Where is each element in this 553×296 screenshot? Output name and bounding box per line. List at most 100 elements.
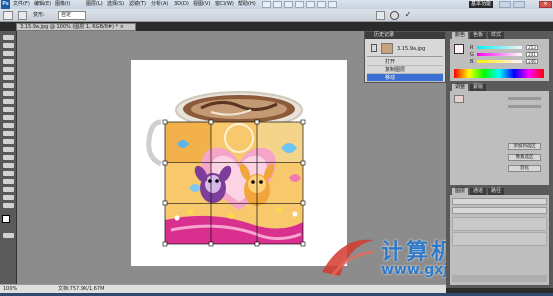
menu-select[interactable]: 选择(S) (107, 1, 124, 8)
type-tool-icon[interactable] (3, 155, 14, 160)
zoom-level-icon[interactable] (284, 1, 293, 8)
warp-style-select[interactable]: 自定 (58, 11, 86, 20)
rotate-view-icon[interactable] (306, 1, 315, 8)
mask-edge-button[interactable]: 添加到选区 (508, 143, 541, 150)
photoshop-logo: Ps (1, 0, 10, 9)
maximize-button[interactable] (513, 1, 525, 8)
healing-brush-icon[interactable] (3, 83, 14, 88)
move-tool-icon[interactable] (3, 35, 14, 40)
layer-blend-mode-select[interactable] (452, 198, 547, 205)
mask-thumbnail[interactable] (454, 95, 464, 103)
channel-r-value[interactable]: 253 (526, 45, 538, 50)
menu-filter[interactable]: 滤镜(T) (129, 1, 146, 8)
toggle-warp-icon[interactable] (376, 11, 385, 20)
history-item-selected[interactable]: 移动 (367, 74, 443, 82)
channel-b-label: B (470, 59, 474, 65)
channel-g-value[interactable]: 241 (526, 52, 538, 57)
path-selection-icon[interactable] (3, 163, 14, 168)
lasso-tool-icon[interactable] (3, 51, 14, 56)
tab-layers[interactable]: 图层 (452, 188, 469, 195)
brush-tool-icon[interactable] (3, 91, 14, 96)
channel-b-slider[interactable] (477, 60, 522, 63)
cancel-transform-icon[interactable] (390, 11, 399, 20)
marquee-tool-icon[interactable] (3, 43, 14, 48)
density-slider[interactable] (508, 97, 541, 100)
menu-analysis[interactable]: 分析(A) (151, 1, 168, 8)
menu-view[interactable]: 视图(V) (193, 1, 210, 8)
layer-lock-row[interactable] (452, 207, 547, 214)
options-bar: 变形: 自定 ✓ (0, 9, 553, 22)
reference-point-icon[interactable] (18, 11, 27, 20)
channel-b-value[interactable]: 246 (526, 59, 538, 64)
history-item[interactable]: 打开 (367, 58, 443, 66)
invert-button[interactable]: 羽化 (508, 165, 541, 172)
tab-color[interactable]: 颜色 (452, 32, 469, 39)
channel-r-slider[interactable] (477, 46, 522, 49)
channel-g-slider[interactable] (477, 53, 522, 56)
menu-layer[interactable]: 图层(L) (86, 1, 103, 8)
bridge-icon[interactable] (262, 1, 271, 8)
current-tool-icon[interactable] (3, 11, 13, 20)
toolbox (0, 31, 17, 288)
magic-wand-icon[interactable] (3, 59, 14, 64)
eyedropper-icon[interactable] (3, 75, 14, 80)
hand-tool-icon[interactable] (3, 195, 14, 200)
tab-swatches[interactable]: 色板 (470, 32, 487, 39)
tab-channels[interactable]: 通道 (470, 188, 487, 195)
history-item[interactable]: 复制图层 (367, 66, 443, 74)
workspace-switcher[interactable]: 基本功能 (469, 1, 493, 8)
warp-label: 变形: (33, 12, 45, 18)
color-panel: R 253 G 241 B 246 (450, 39, 549, 81)
history-panel-title[interactable]: 历史记录 (365, 32, 445, 39)
tab-paths[interactable]: 路径 (488, 188, 505, 195)
minibridge-icon[interactable] (273, 1, 282, 8)
menu-file[interactable]: 文件(F) (13, 1, 30, 8)
3d-camera-icon[interactable] (3, 187, 14, 192)
menu-3d[interactable]: 3D(D) (174, 1, 189, 8)
arrange-documents-icon[interactable] (317, 1, 326, 8)
history-brush-source-icon[interactable] (371, 44, 377, 52)
color-foreground-swatch[interactable] (454, 44, 464, 54)
menu-edit[interactable]: 编辑(E) (34, 1, 51, 8)
tab-styles[interactable]: 样式 (488, 32, 505, 39)
history-snapshot[interactable]: 3.15.9a.jpg (367, 41, 443, 57)
commit-transform-icon[interactable]: ✓ (403, 10, 413, 20)
layers-panel (450, 195, 549, 285)
menu-image[interactable]: 图像(I) (55, 1, 70, 8)
crop-tool-icon[interactable] (3, 67, 14, 72)
3d-rotate-icon[interactable] (3, 179, 14, 184)
zoom-level[interactable]: 100% (3, 285, 17, 293)
document-canvas[interactable] (131, 60, 347, 266)
history-panel: 历史记录 3.15.9a.jpg 打开 复制图层 移动 (364, 31, 446, 83)
color-spectrum-ramp[interactable] (454, 69, 544, 78)
channel-r-label: R (470, 45, 474, 51)
menu-bar: Ps 文件(F) 编辑(E) 图像(I) 图层(L) 选择(S) 滤镜(T) 分… (0, 0, 553, 9)
layer-row[interactable] (452, 217, 547, 231)
screen-mode-icon[interactable] (328, 1, 337, 8)
dodge-tool-icon[interactable] (3, 139, 14, 144)
zoom-tool-icon[interactable] (3, 203, 14, 208)
clone-stamp-icon[interactable] (3, 99, 14, 104)
foreground-color-swatch[interactable] (2, 215, 10, 223)
pen-tool-icon[interactable] (3, 147, 14, 152)
layers-footer (452, 275, 547, 282)
tab-masks[interactable]: 蒙版 (470, 84, 487, 91)
menu-help[interactable]: 帮助(H) (238, 1, 256, 8)
history-brush-icon[interactable] (3, 107, 14, 112)
hand-tool-icon[interactable] (295, 1, 304, 8)
feather-slider[interactable] (508, 105, 541, 108)
menu-window[interactable]: 窗口(W) (215, 1, 234, 8)
watermark-logo (322, 239, 375, 277)
color-range-button[interactable]: 像素选区 (508, 154, 541, 161)
shape-tool-icon[interactable] (3, 171, 14, 176)
minimize-button[interactable] (499, 1, 511, 8)
quick-mask-icon[interactable] (3, 233, 14, 238)
blur-tool-icon[interactable] (3, 131, 14, 136)
tab-adjustments[interactable]: 调整 (452, 84, 469, 91)
document-info[interactable]: 文档:757.9K/1.67M (58, 285, 104, 293)
gradient-tool-icon[interactable] (3, 123, 14, 128)
layer-row[interactable] (452, 232, 547, 246)
eraser-icon[interactable] (3, 115, 14, 120)
close-button[interactable]: × (539, 1, 552, 8)
document-tab[interactable]: 3.15.9a.jpg @ 100% (图层 1, RGB/8#) * × (16, 23, 136, 31)
